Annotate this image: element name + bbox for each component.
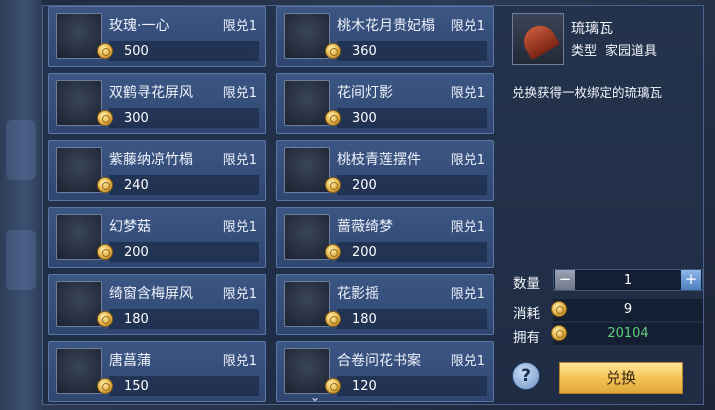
item-card[interactable]: 合卷问花书案 限兑1 120 <box>276 341 494 402</box>
help-button[interactable]: ? <box>512 362 540 390</box>
background-left-strip <box>0 0 42 410</box>
detail-description: 兑换获得一枚绑定的琉璃瓦 <box>512 85 663 100</box>
screen-icon <box>56 80 102 126</box>
cost-bar: 9 <box>551 299 703 321</box>
item-price: 200 <box>352 178 377 193</box>
item-card[interactable]: 幻梦菇 限兑1 200 <box>48 207 266 268</box>
scroll-down-icon[interactable]: ⌄ <box>310 390 320 404</box>
item-price: 180 <box>124 312 149 327</box>
item-limit: 限兑1 <box>222 19 257 34</box>
item-card[interactable]: 花影摇 限兑1 180 <box>276 274 494 335</box>
item-card[interactable]: 玫瑰·一心 限兑1 500 <box>48 6 266 67</box>
rose-plant-icon <box>284 214 330 260</box>
coin-icon <box>325 110 341 126</box>
item-name: 唐菖蒲 <box>109 353 151 369</box>
item-name: 花间灯影 <box>337 85 393 101</box>
item-grid[interactable]: 玫瑰·一心 限兑1 500 桃木花月贵妃榻 限兑1 360 双鹤寻花屏风 限兑1… <box>48 6 500 404</box>
item-name: 紫藤纳凉竹榻 <box>109 152 193 168</box>
coin-icon <box>97 177 113 193</box>
glazed-tile-icon <box>512 13 564 65</box>
gladiolus-icon <box>56 348 102 394</box>
coin-icon <box>97 43 113 59</box>
item-limit: 限兑1 <box>222 220 257 235</box>
detail-title: 琉璃瓦 <box>571 21 613 37</box>
item-name: 合卷问花书案 <box>337 353 421 369</box>
item-limit: 限兑1 <box>450 153 485 168</box>
item-name: 桃木花月贵妃榻 <box>337 18 435 34</box>
item-name: 桃枝青莲摆件 <box>337 152 421 168</box>
item-price: 120 <box>352 379 377 394</box>
decorative-tassel <box>6 230 36 290</box>
item-limit: 限兑1 <box>222 354 257 369</box>
item-name: 幻梦菇 <box>109 219 151 235</box>
item-price: 240 <box>124 178 149 193</box>
item-limit: 限兑1 <box>222 86 257 101</box>
item-price: 500 <box>124 44 149 59</box>
pavilion-icon <box>284 80 330 126</box>
item-limit: 限兑1 <box>450 86 485 101</box>
item-price: 300 <box>124 111 149 126</box>
coin-icon <box>325 177 341 193</box>
item-price: 200 <box>352 245 377 260</box>
item-card[interactable]: 桃木花月贵妃榻 限兑1 360 <box>276 6 494 67</box>
couch-icon <box>284 13 330 59</box>
item-limit: 限兑1 <box>450 220 485 235</box>
desk-icon <box>284 348 330 394</box>
item-price: 360 <box>352 44 377 59</box>
owned-value: 20104 <box>607 326 649 341</box>
increase-button[interactable]: + <box>681 270 701 290</box>
item-price: 180 <box>352 312 377 327</box>
item-card[interactable]: 蔷薇绮梦 限兑1 200 <box>276 207 494 268</box>
quantity-label: 数量 <box>513 276 540 292</box>
item-name: 双鹤寻花屏风 <box>109 85 193 101</box>
quantity-stepper[interactable]: − 1 + <box>553 269 703 291</box>
coin-icon <box>97 244 113 260</box>
coin-icon <box>97 110 113 126</box>
plum-screen-icon <box>56 281 102 327</box>
item-limit: 限兑1 <box>450 354 485 369</box>
decorative-tassel <box>6 120 36 180</box>
coin-icon <box>325 43 341 59</box>
coin-icon <box>325 378 341 394</box>
coin-icon <box>97 378 113 394</box>
item-limit: 限兑1 <box>222 287 257 302</box>
item-card[interactable]: 唐菖蒲 限兑1 150 <box>48 341 266 402</box>
coin-icon <box>325 244 341 260</box>
item-price: 300 <box>352 111 377 126</box>
bamboo-bed-icon <box>56 147 102 193</box>
item-card[interactable]: 桃枝青莲摆件 限兑1 200 <box>276 140 494 201</box>
cost-label: 消耗 <box>513 306 540 322</box>
item-limit: 限兑1 <box>450 287 485 302</box>
detail-type-row: 类型 家园道具 <box>571 40 657 59</box>
owned-bar: 20104 <box>551 323 703 345</box>
item-limit: 限兑1 <box>222 153 257 168</box>
item-card[interactable]: 双鹤寻花屏风 限兑1 300 <box>48 73 266 134</box>
coin-icon <box>97 311 113 327</box>
item-price: 150 <box>124 379 149 394</box>
quantity-value[interactable]: 1 <box>554 273 702 288</box>
item-name: 花影摇 <box>337 286 379 302</box>
type-value: 家园道具 <box>605 44 658 59</box>
item-name: 绮窗含梅屏风 <box>109 286 193 302</box>
item-name: 蔷薇绮梦 <box>337 219 393 235</box>
item-price: 200 <box>124 245 149 260</box>
tile-shape <box>518 19 560 61</box>
cost-value: 9 <box>623 302 633 317</box>
item-name: 玫瑰·一心 <box>109 18 170 34</box>
coin-icon <box>325 311 341 327</box>
flower-swing-icon <box>284 281 330 327</box>
mushroom-icon <box>56 214 102 260</box>
rose-garland-icon <box>56 13 102 59</box>
detail-panel: 琉璃瓦 类型 家园道具 兑换获得一枚绑定的琉璃瓦 数量 − 1 + 消耗 9 拥有… <box>505 6 704 404</box>
item-card[interactable]: 绮窗含梅屏风 限兑1 180 <box>48 274 266 335</box>
item-limit: 限兑1 <box>450 19 485 34</box>
item-card[interactable]: 紫藤纳凉竹榻 限兑1 240 <box>48 140 266 201</box>
item-card[interactable]: 花间灯影 限兑1 300 <box>276 73 494 134</box>
lotus-ornament-icon <box>284 147 330 193</box>
owned-label: 拥有 <box>513 330 540 346</box>
exchange-button[interactable]: 兑换 <box>559 362 683 394</box>
type-label: 类型 <box>571 44 598 59</box>
